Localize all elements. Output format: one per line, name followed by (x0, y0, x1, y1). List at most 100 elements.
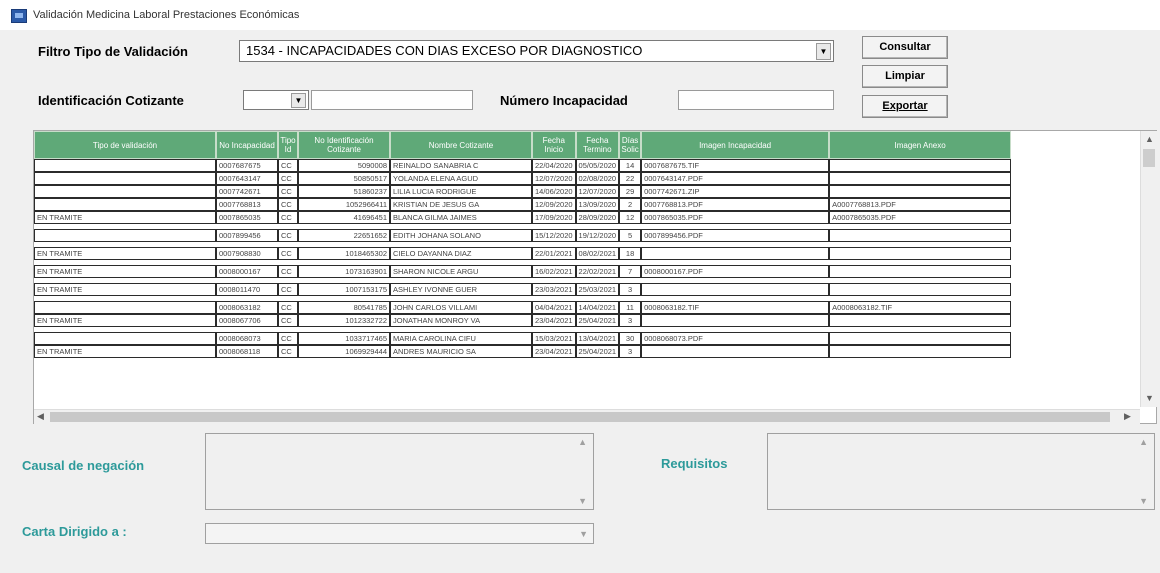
cell-tipo-id[interactable]: CC (278, 301, 298, 314)
cell-fecha-termino[interactable]: 19/12/2020 (575, 229, 620, 242)
cell-fecha-termino[interactable]: 25/04/2021 (575, 314, 620, 327)
cell-fecha-inicio[interactable]: 15/12/2020 (532, 229, 576, 242)
cell-imagen-incapacidad[interactable]: 0007687675.TIF (641, 159, 830, 172)
cell-tipo-validacion[interactable]: EN TRAMITE (34, 283, 216, 296)
cell-tipo-validacion[interactable]: EN TRAMITE (34, 314, 216, 327)
table-row[interactable]: EN TRAMITE 0007908830 CC 1018465302 CIELO DA… (34, 247, 1012, 260)
cell-no-identificacion[interactable]: 5090008 (298, 159, 390, 172)
cell-fecha-termino[interactable]: 12/07/2020 (575, 185, 620, 198)
cell-fecha-inicio[interactable]: 16/02/2021 (532, 265, 576, 278)
cell-dias-solic[interactable]: 11 (619, 301, 642, 314)
cell-fecha-inicio[interactable]: 12/07/2020 (532, 172, 576, 185)
cell-tipo-id[interactable]: CC (278, 172, 298, 185)
cell-tipo-validacion[interactable] (34, 159, 216, 172)
cell-imagen-incapacidad[interactable]: 0007768813.PDF (641, 198, 830, 211)
cell-tipo-validacion[interactable] (34, 332, 216, 345)
header-no-identificacion[interactable]: No Identificación Cotizante (298, 131, 390, 159)
cell-tipo-id[interactable]: CC (278, 198, 298, 211)
cell-no-incapacidad[interactable]: 0008063182 (216, 301, 278, 314)
cell-no-identificacion[interactable]: 1073163901 (298, 265, 390, 278)
cell-no-identificacion[interactable]: 51860237 (298, 185, 390, 198)
cell-nombre-cotizante[interactable]: EDITH JOHANA SOLANO (390, 229, 532, 242)
cell-fecha-inicio[interactable]: 15/03/2021 (532, 332, 576, 345)
cell-tipo-validacion[interactable] (34, 229, 216, 242)
table-row[interactable]: 0008068073 CC 1033717465 MARIA CAROLINA CIF… (34, 332, 1012, 345)
table-row[interactable]: EN TRAMITE 0008068118 CC 1069929444 ANDRES M… (34, 345, 1012, 358)
consultar-button[interactable]: Consultar (862, 36, 948, 59)
cell-tipo-validacion[interactable]: EN TRAMITE (34, 247, 216, 260)
cell-no-incapacidad[interactable]: 0008067706 (216, 314, 278, 327)
cell-imagen-incapacidad[interactable]: 0007899456.PDF (641, 229, 830, 242)
cell-no-identificacion[interactable]: 50850517 (298, 172, 390, 185)
cell-no-incapacidad[interactable]: 0007768813 (216, 198, 278, 211)
identificacion-input[interactable] (311, 90, 473, 110)
cell-no-incapacidad[interactable]: 0007643147 (216, 172, 278, 185)
cell-tipo-id[interactable]: CC (278, 265, 298, 278)
cell-no-incapacidad[interactable]: 0007687675 (216, 159, 278, 172)
scroll-down-icon[interactable]: ▼ (1139, 496, 1148, 506)
cell-imagen-anexo[interactable]: A0008063182.TIF (829, 301, 1012, 314)
scroll-thumb[interactable] (50, 412, 1110, 422)
numero-incapacidad-input[interactable] (678, 90, 834, 110)
id-type-select[interactable]: ▼ (243, 90, 309, 110)
causal-negacion-textarea[interactable]: ▲ ▼ (205, 433, 594, 510)
header-dias-solic[interactable]: Días Solic (619, 131, 642, 159)
cell-fecha-inicio[interactable]: 23/04/2021 (532, 314, 576, 327)
cell-no-incapacidad[interactable]: 0007742671 (216, 185, 278, 198)
cell-fecha-termino[interactable]: 28/09/2020 (575, 211, 620, 224)
scroll-left-icon[interactable]: ◀ (37, 411, 44, 422)
cell-nombre-cotizante[interactable]: MARIA CAROLINA CIFU (390, 332, 532, 345)
cell-dias-solic[interactable]: 12 (619, 211, 642, 224)
cell-tipo-validacion[interactable] (34, 198, 216, 211)
cell-dias-solic[interactable]: 3 (619, 314, 642, 327)
cell-fecha-termino[interactable]: 13/09/2020 (575, 198, 620, 211)
cell-no-identificacion[interactable]: 1052966411 (298, 198, 390, 211)
cell-no-incapacidad[interactable]: 0007865035 (216, 211, 278, 224)
cell-no-incapacidad[interactable]: 0008068073 (216, 332, 278, 345)
cell-imagen-anexo[interactable]: A0007865035.PDF (829, 211, 1012, 224)
cell-no-incapacidad[interactable]: 0008000167 (216, 265, 278, 278)
table-row[interactable]: EN TRAMITE 0008067706 CC 1012332722 JONATHAN… (34, 314, 1012, 327)
cell-imagen-anexo[interactable] (829, 345, 1012, 358)
scroll-down-icon[interactable]: ▼ (1145, 393, 1154, 403)
cell-no-identificacion[interactable]: 1012332722 (298, 314, 390, 327)
cell-tipo-id[interactable]: CC (278, 229, 298, 242)
header-fecha-termino[interactable]: Fecha Termino (575, 131, 620, 159)
cell-no-incapacidad[interactable]: 0007899456 (216, 229, 278, 242)
cell-imagen-anexo[interactable] (829, 332, 1012, 345)
table-row[interactable]: 0007899456 CC 22651652 EDITH JOHANA SOLANO 1… (34, 229, 1012, 242)
cell-imagen-anexo[interactable] (829, 229, 1012, 242)
cell-nombre-cotizante[interactable]: SHARON NICOLE ARGU (390, 265, 532, 278)
cell-tipo-id[interactable]: CC (278, 247, 298, 260)
requisitos-textarea[interactable]: ▲ ▼ (767, 433, 1155, 510)
cell-nombre-cotizante[interactable]: REINALDO SANABRIA C (390, 159, 532, 172)
cell-nombre-cotizante[interactable]: BLANCA GILMA JAIMES (390, 211, 532, 224)
cell-dias-solic[interactable]: 14 (619, 159, 642, 172)
cell-tipo-validacion[interactable] (34, 301, 216, 314)
cell-no-identificacion[interactable]: 80541785 (298, 301, 390, 314)
cell-imagen-incapacidad[interactable] (641, 283, 830, 296)
cell-imagen-incapacidad[interactable]: 0007643147.PDF (641, 172, 830, 185)
cell-imagen-anexo[interactable] (829, 172, 1012, 185)
header-no-incapacidad[interactable]: No Incapacidad (216, 131, 278, 159)
cell-tipo-id[interactable]: CC (278, 345, 298, 358)
cell-imagen-incapacidad[interactable]: 0007742671.ZIP (641, 185, 830, 198)
table-row[interactable]: EN TRAMITE 0008011470 CC 1007153175 ASHLEY I… (34, 283, 1012, 296)
grid-vertical-scrollbar[interactable]: ▲ ▼ (1140, 131, 1157, 407)
chevron-down-icon[interactable]: ▼ (816, 43, 831, 60)
cell-nombre-cotizante[interactable]: LILIA LUCIA RODRIGUE (390, 185, 532, 198)
cell-nombre-cotizante[interactable]: KRISTIAN DE JESUS GA (390, 198, 532, 211)
cell-no-identificacion[interactable]: 1033717465 (298, 332, 390, 345)
table-row[interactable]: 0008063182 CC 80541785 JOHN CARLOS VILLAMI 0… (34, 301, 1012, 314)
cell-fecha-inicio[interactable]: 22/04/2020 (532, 159, 576, 172)
table-row[interactable]: 0007768813 CC 1052966411 KRISTIAN DE JESUS … (34, 198, 1012, 211)
cell-dias-solic[interactable]: 2 (619, 198, 642, 211)
cell-no-identificacion[interactable]: 22651652 (298, 229, 390, 242)
cell-imagen-incapacidad[interactable]: 0008063182.TIF (641, 301, 830, 314)
table-row[interactable]: 0007742671 CC 51860237 LILIA LUCIA RODRIGUE… (34, 185, 1012, 198)
header-fecha-inicio[interactable]: Fecha Inicio (532, 131, 576, 159)
table-row[interactable]: EN TRAMITE 0007865035 CC 41696451 BLANCA GIL… (34, 211, 1012, 224)
cell-imagen-incapacidad[interactable]: 0008068073.PDF (641, 332, 830, 345)
cell-dias-solic[interactable]: 5 (619, 229, 642, 242)
cell-fecha-inicio[interactable]: 22/01/2021 (532, 247, 576, 260)
